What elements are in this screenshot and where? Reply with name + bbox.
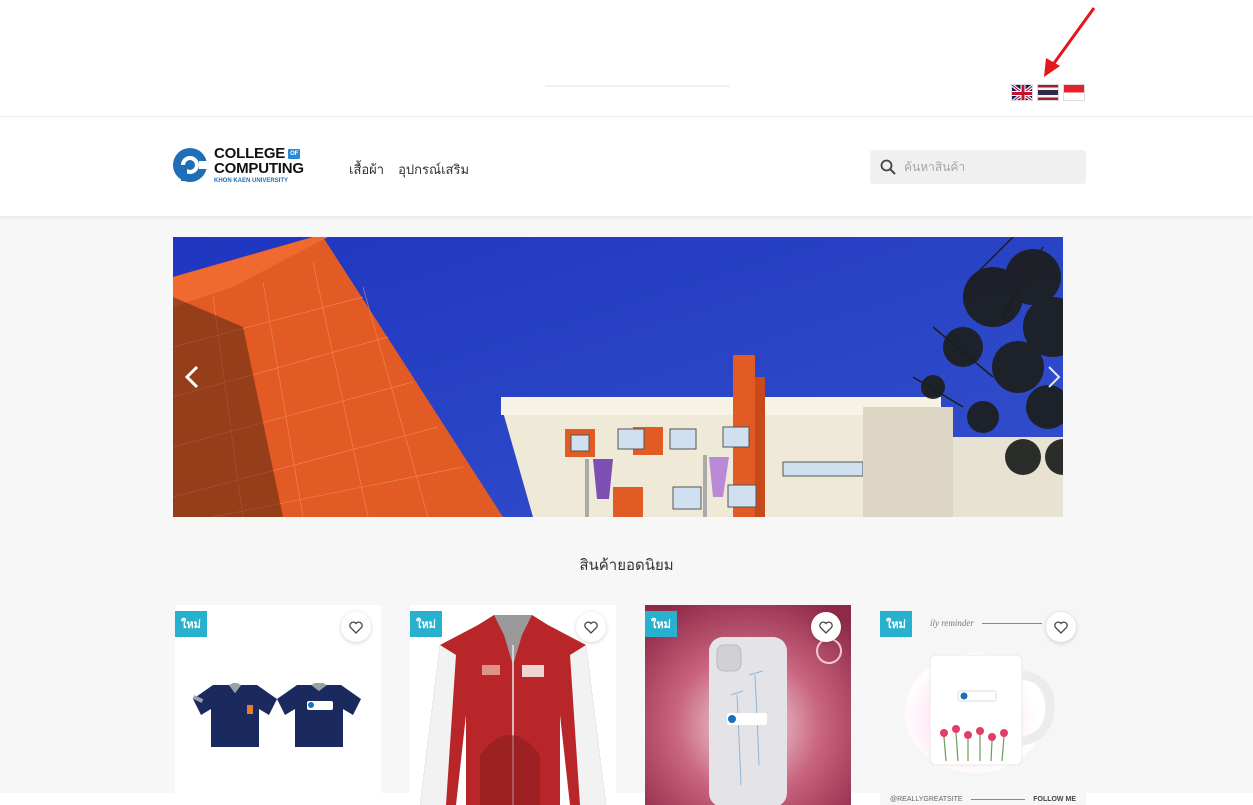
indonesia-flag-icon[interactable] xyxy=(1063,84,1085,101)
product-card-jacket[interactable]: ใหม่ xyxy=(410,605,616,805)
language-switcher xyxy=(1011,84,1085,101)
mug-top-label: ily reminder xyxy=(930,618,974,628)
nav-item-accessories[interactable]: อุปกรณ์เสริม xyxy=(398,159,469,180)
product-card-mug[interactable]: ily reminder @REALLYGREATSITE FOLLOW ME … xyxy=(880,605,1086,805)
new-badge: ใหม่ xyxy=(410,611,442,637)
new-badge: ใหม่ xyxy=(880,611,912,637)
search-icon[interactable] xyxy=(880,159,896,175)
banner-image xyxy=(173,237,1063,517)
logo-of-badge: OF xyxy=(288,148,301,159)
college-logo[interactable]: COLLEGE OF COMPUTING KHON KAEN UNIVERSITY xyxy=(172,146,304,184)
site-header: COLLEGE OF COMPUTING KHON KAEN UNIVERSITY… xyxy=(0,118,1253,216)
mug-caption-right: FOLLOW ME xyxy=(1033,796,1076,803)
main-nav: เสื้อผ้า อุปกรณ์เสริม xyxy=(349,159,469,180)
mug-caption: @REALLYGREATSITE FOLLOW ME xyxy=(890,796,1076,803)
product-card-phone-case[interactable]: ใหม่ xyxy=(645,605,851,805)
logo-line1: COLLEGE xyxy=(214,145,286,162)
logo-line2: COMPUTING xyxy=(214,160,304,177)
top-bar xyxy=(0,0,1253,117)
wishlist-heart-icon[interactable] xyxy=(1046,612,1076,642)
search-box xyxy=(870,150,1086,184)
top-divider xyxy=(545,85,730,87)
mug-top-text: ily reminder xyxy=(930,618,1042,628)
uk-flag-icon[interactable] xyxy=(1011,84,1033,101)
product-grid: ใหม่ ใหม่ ใหม่ ily reminder @REALLYGREAT… xyxy=(175,605,1086,805)
nav-item-clothing[interactable]: เสื้อผ้า xyxy=(349,159,384,180)
carousel-prev-icon[interactable] xyxy=(181,363,205,391)
carousel-next-icon[interactable] xyxy=(1041,363,1063,391)
wishlist-heart-icon[interactable] xyxy=(811,612,841,642)
mug-caption-left: @REALLYGREATSITE xyxy=(890,796,963,803)
wishlist-heart-icon[interactable] xyxy=(576,612,606,642)
new-badge: ใหม่ xyxy=(175,611,207,637)
wishlist-heart-icon[interactable] xyxy=(341,612,371,642)
red-arrow-annotation xyxy=(1044,7,1096,77)
logo-line3: KHON KAEN UNIVERSITY xyxy=(214,178,289,184)
search-input[interactable] xyxy=(904,160,1074,174)
main-content: สินค้ายอดนิยม ใหม่ ใหม่ ใหม่ ily reminde… xyxy=(0,216,1253,805)
hero-banner xyxy=(173,237,1063,517)
section-title-popular: สินค้ายอดนิยม xyxy=(579,556,674,574)
thai-flag-icon[interactable] xyxy=(1037,84,1059,101)
product-card-polo[interactable]: ใหม่ xyxy=(175,605,381,805)
new-badge: ใหม่ xyxy=(645,611,677,637)
logo-mark-icon xyxy=(173,148,208,182)
